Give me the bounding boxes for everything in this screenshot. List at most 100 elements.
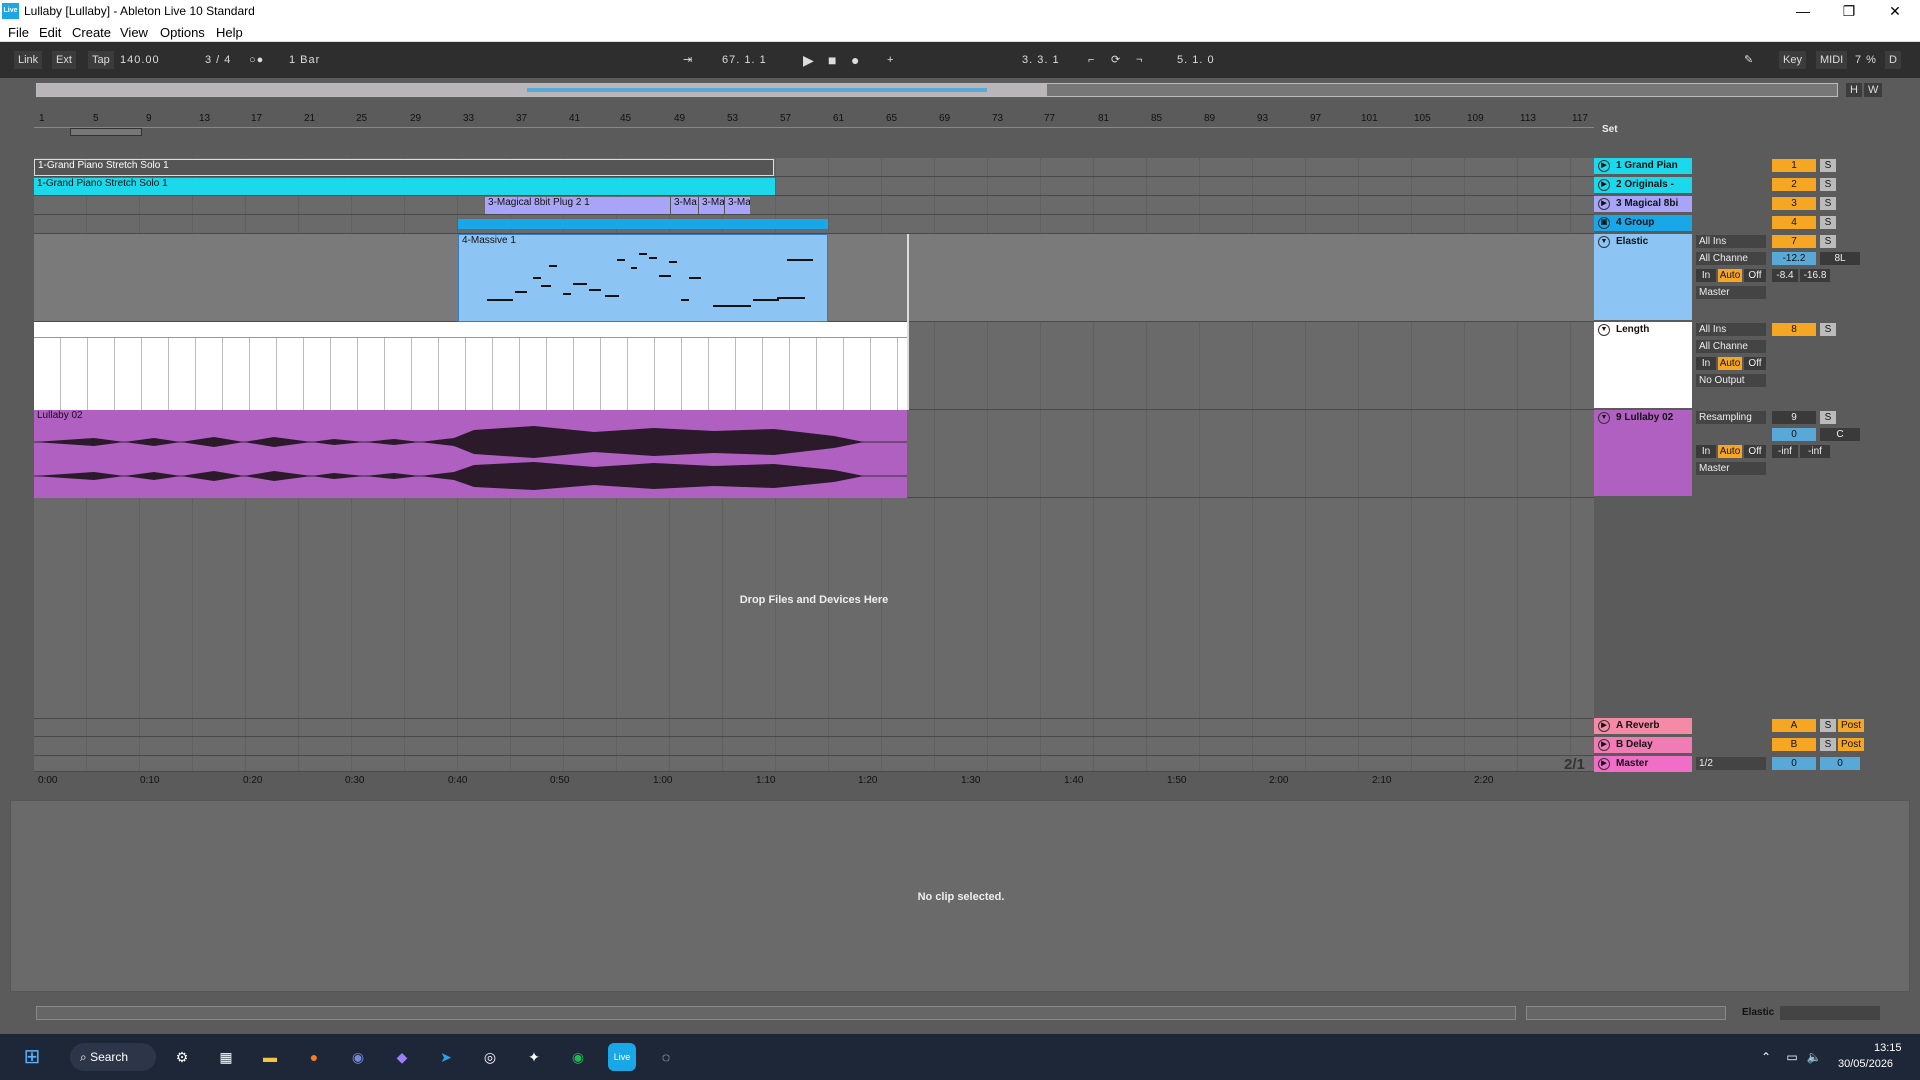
track-activator[interactable]: 3	[1772, 197, 1816, 210]
track-header-lullaby[interactable]: ▼ 9 Lullaby 02	[1594, 410, 1692, 496]
play-icon[interactable]: ▶	[1598, 179, 1610, 191]
h-button[interactable]: H	[1846, 83, 1862, 97]
overdub-icon[interactable]: +	[887, 51, 894, 69]
audio-clip[interactable]: Lullaby 02	[34, 410, 907, 498]
play-icon[interactable]: ▶	[1598, 758, 1610, 770]
group-lane[interactable]	[34, 215, 1594, 234]
record-button[interactable]: ●	[851, 51, 860, 69]
monitor-auto-button[interactable]: Auto	[1718, 445, 1742, 458]
return-lane[interactable]	[34, 718, 1594, 737]
post-button[interactable]: Post	[1838, 719, 1864, 732]
track-lane[interactable]: Lullaby 02	[34, 410, 1594, 498]
pan-field[interactable]: 8L	[1820, 252, 1860, 265]
punch-out-icon[interactable]: ¬	[1136, 51, 1143, 69]
monitor-auto-button[interactable]: Auto	[1718, 357, 1742, 370]
track-activator[interactable]: 2	[1772, 178, 1816, 191]
arrangement-clip[interactable]: 1-Grand Piano Stretch Solo 1	[34, 178, 775, 195]
track-name[interactable]: 2 Originals -	[1616, 179, 1674, 190]
track-name[interactable]: 3 Magical 8bi	[1616, 198, 1678, 209]
track-header-grand-piano[interactable]: ▶ 1 Grand Pian	[1594, 158, 1692, 174]
arrangement-view[interactable]: 1-Grand Piano Stretch Solo 1 1-Grand Pia…	[34, 158, 1594, 772]
obs-icon[interactable]: ◌	[652, 1043, 680, 1071]
loop-length-field[interactable]: 5. 1. 0	[1177, 51, 1215, 69]
audio-clip-empty[interactable]	[34, 322, 907, 410]
return-header-delay[interactable]: ▶ B Delay	[1594, 737, 1692, 753]
solo-button[interactable]: S	[1820, 323, 1836, 336]
monitor-off-button[interactable]: Off	[1744, 357, 1766, 370]
settings-icon[interactable]: ⚙	[168, 1043, 196, 1071]
maximize-button[interactable]: ❐	[1826, 0, 1872, 22]
input-type-dropdown[interactable]: All Ins	[1696, 323, 1766, 336]
master-pan-field[interactable]: 0	[1820, 757, 1860, 770]
solo-button[interactable]: S	[1820, 738, 1836, 751]
input-channel-dropdown[interactable]: All Channe	[1696, 252, 1766, 265]
track-name[interactable]: Elastic	[1616, 236, 1648, 247]
master-lane[interactable]	[34, 756, 1594, 772]
monitor-in-button[interactable]: In	[1696, 269, 1716, 282]
follow-icon[interactable]: ⇥	[683, 51, 693, 69]
track-header-length[interactable]: ▼ Length	[1594, 322, 1692, 408]
fox-app-icon[interactable]: ✦	[520, 1043, 548, 1071]
arrangement-clip[interactable]: 3-Ma	[698, 197, 724, 214]
volume-icon[interactable]: 🔈	[1800, 1043, 1828, 1071]
fold-icon[interactable]: ▼	[1598, 412, 1610, 424]
solo-button[interactable]: S	[1820, 178, 1836, 191]
track-lane[interactable]: 1-Grand Piano Stretch Solo 1	[34, 177, 1594, 196]
solo-button[interactable]: S	[1820, 235, 1836, 248]
group-icon[interactable]: ▣	[1598, 217, 1610, 229]
ableton-live-icon[interactable]: Live	[608, 1043, 636, 1071]
solo-button[interactable]: S	[1820, 216, 1836, 229]
midi-map-button[interactable]: MIDI	[1816, 51, 1848, 69]
menu-edit[interactable]: Edit	[39, 25, 61, 40]
arrangement-clip[interactable]: 1-Grand Piano Stretch Solo 1	[34, 159, 774, 176]
draw-mode-icon[interactable]: ✎	[1744, 51, 1754, 69]
spotify-icon[interactable]: ◉	[564, 1043, 592, 1071]
track-lane[interactable]: 1-Grand Piano Stretch Solo 1	[34, 158, 1594, 177]
menu-help[interactable]: Help	[216, 25, 243, 40]
master-header[interactable]: ▶ Master	[1594, 756, 1692, 772]
track-header-magical[interactable]: ▶ 3 Magical 8bi	[1594, 196, 1692, 212]
menu-file[interactable]: File	[8, 25, 29, 40]
track-name[interactable]: 9 Lullaby 02	[1616, 412, 1673, 423]
track-activator[interactable]: 4	[1772, 216, 1816, 229]
play-icon[interactable]: ▶	[1598, 160, 1610, 172]
cue-out-dropdown[interactable]: 1/2	[1696, 757, 1766, 770]
key-map-button[interactable]: Key	[1779, 51, 1806, 69]
midi-clip[interactable]: 4-Massive 1	[458, 234, 828, 322]
menu-create[interactable]: Create	[72, 25, 111, 40]
track-activator[interactable]: A	[1772, 719, 1816, 732]
loop-switch-icon[interactable]: ⟳	[1111, 51, 1121, 69]
steam-icon[interactable]: ◎	[476, 1043, 504, 1071]
arrangement-clip[interactable]: 3-Magical 8bit Plug 2 1	[485, 197, 670, 214]
track-name[interactable]: 1 Grand Pian	[1616, 160, 1678, 171]
tap-tempo-button[interactable]: Tap	[88, 51, 114, 69]
track-header-group[interactable]: ▣ 4 Group	[1594, 215, 1692, 231]
arrangement-clip[interactable]: 3-Ma	[724, 197, 750, 214]
track-name[interactable]: B Delay	[1616, 739, 1653, 750]
obsidian-icon[interactable]: ◆	[388, 1043, 416, 1071]
telegram-icon[interactable]: ➤	[432, 1043, 460, 1071]
master-volume-field[interactable]: 0	[1772, 757, 1816, 770]
loop-brace[interactable]	[70, 128, 142, 136]
volume-field[interactable]: 0	[1772, 428, 1816, 441]
volume-field[interactable]: -12.2	[1772, 252, 1816, 265]
time-ruler[interactable]: 0:00 0:10 0:20 0:30 0:40 0:50 1:00 1:10 …	[34, 772, 1594, 788]
monitor-auto-button[interactable]: Auto	[1718, 269, 1742, 282]
solo-button[interactable]: S	[1820, 411, 1836, 424]
detail-view[interactable]: No clip selected.	[10, 800, 1910, 992]
track-activator[interactable]: 9	[1772, 411, 1816, 424]
stop-button[interactable]: ■	[828, 51, 837, 69]
monitor-in-button[interactable]: In	[1696, 357, 1716, 370]
windows-start-icon[interactable]: ⊞	[18, 1043, 46, 1071]
taskbar-search[interactable]: ⌕ Search	[70, 1043, 156, 1071]
fold-icon[interactable]: ▼	[1598, 236, 1610, 248]
solo-button[interactable]: S	[1820, 197, 1836, 210]
loop-start-field[interactable]: 3. 3. 1	[1022, 51, 1060, 69]
input-channel-dropdown[interactable]: All Channe	[1696, 340, 1766, 353]
post-button[interactable]: Post	[1838, 738, 1864, 751]
return-header-reverb[interactable]: ▶ A Reverb	[1594, 718, 1692, 734]
track-header-elastic[interactable]: ▼ Elastic	[1594, 234, 1692, 320]
input-type-dropdown[interactable]: Resampling	[1696, 411, 1766, 424]
track-lane[interactable]	[34, 322, 1594, 410]
quantize-dropdown[interactable]: 1 Bar	[289, 51, 320, 69]
